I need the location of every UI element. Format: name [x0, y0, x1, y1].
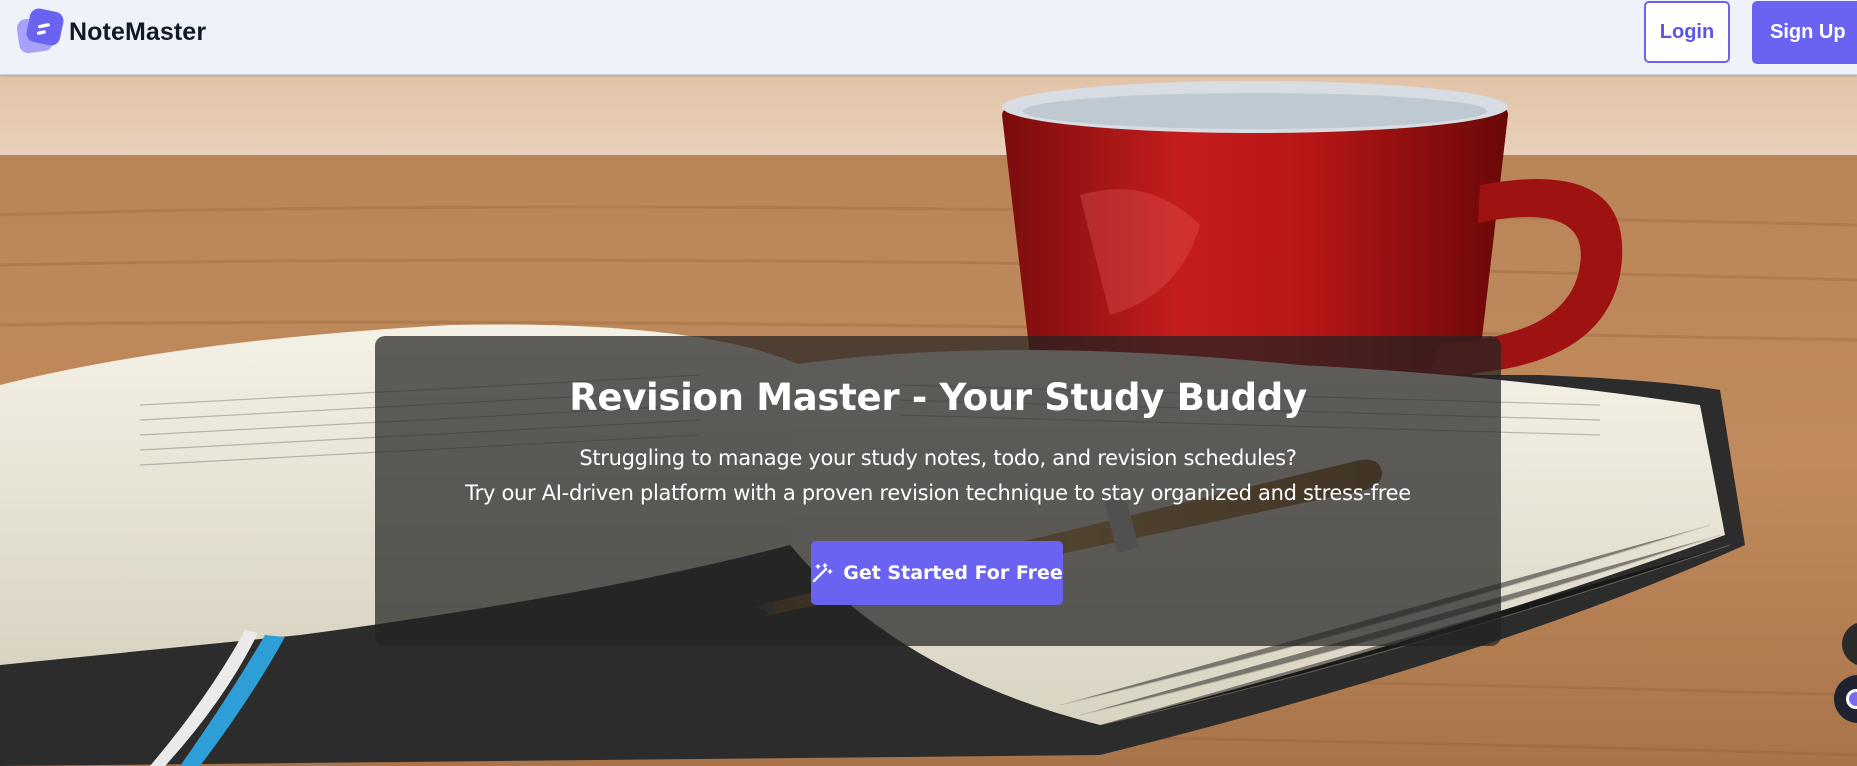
hero-title: Revision Master - Your Study Buddy [569, 376, 1307, 419]
hero-subtitle-line2: Try our AI-driven platform with a proven… [465, 481, 1411, 505]
get-started-button[interactable]: Get Started For Free [811, 541, 1063, 605]
brand-name: NoteMaster [69, 17, 207, 46]
landing-page: NoteMaster Login Sign Up Revision Master… [0, 0, 1857, 766]
signup-button[interactable]: Sign Up [1752, 1, 1857, 64]
magic-wand-icon [811, 562, 833, 584]
hero-card: Revision Master - Your Study Buddy Strug… [375, 336, 1501, 646]
assistant-avatar-inner [1846, 689, 1857, 709]
get-started-label: Get Started For Free [843, 562, 1063, 584]
brand[interactable]: NoteMaster [16, 8, 207, 56]
hero-subtitle-line1: Struggling to manage your study notes, t… [579, 446, 1297, 470]
note-logo-icon [16, 8, 64, 56]
top-navbar: NoteMaster Login Sign Up [0, 0, 1857, 75]
login-button[interactable]: Login [1644, 1, 1730, 63]
